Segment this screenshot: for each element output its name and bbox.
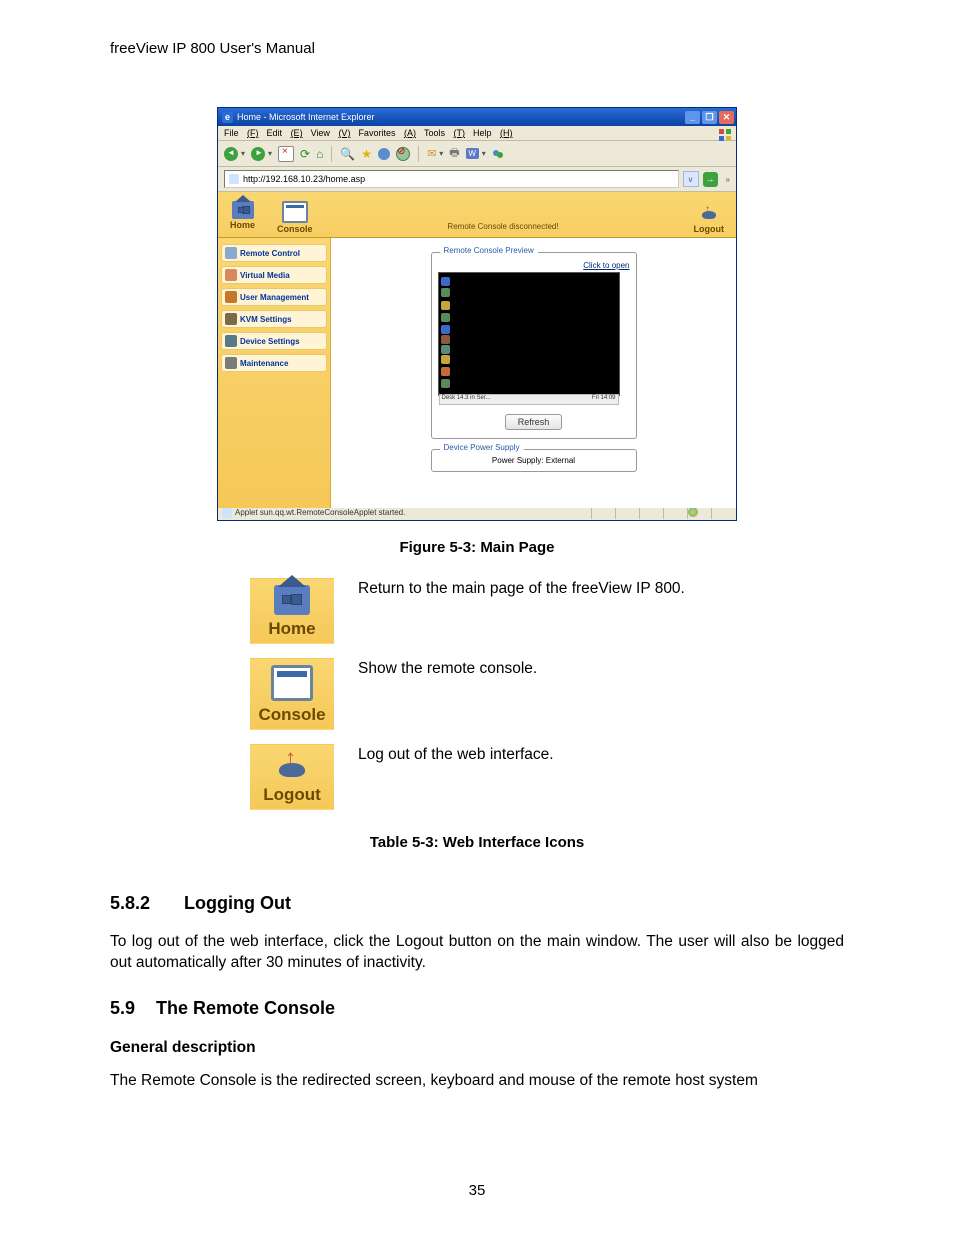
nav-home[interactable]: Home <box>230 201 255 234</box>
app-header: Home Console Remote Console disconnected… <box>218 192 736 238</box>
mail-icon[interactable]: ✉ <box>427 147 436 160</box>
status-text: Applet sun.qq.wt.RemoteConsoleApplet sta… <box>235 508 405 517</box>
icon-desc-console: Show the remote console. <box>358 658 740 678</box>
page-number: 35 <box>110 1182 844 1199</box>
heading-5-8-2: 5.8.2Logging Out <box>110 893 844 914</box>
print-icon[interactable]: 🖶 <box>449 144 459 163</box>
window-minimize-button[interactable]: _ <box>685 111 700 124</box>
home-icon[interactable]: ⌂ <box>316 147 323 161</box>
icon-desc-row-console: Console Show the remote console. <box>250 658 740 730</box>
sidebar-item-virtual-media[interactable]: Virtual Media <box>221 266 327 284</box>
device-power-supply-box: Device Power Supply Power Supply: Extern… <box>431 449 637 472</box>
browser-window: e Home - Microsoft Internet Explorer _ ❐… <box>217 107 737 521</box>
toolbar-overflow[interactable]: » <box>726 175 730 184</box>
icon-desc-logout: Log out of the web interface. <box>358 744 740 764</box>
window-titlebar: e Home - Microsoft Internet Explorer _ ❐… <box>218 108 736 126</box>
word-edit-icon[interactable]: W <box>466 148 479 159</box>
status-page-icon <box>222 508 232 518</box>
icon-desc-row-home: Home Return to the main page of the free… <box>250 578 740 644</box>
click-to-open-link[interactable]: Click to open <box>438 261 630 270</box>
menu-edit[interactable]: Edit (E) <box>267 128 303 138</box>
menu-file[interactable]: File (F) <box>224 128 259 138</box>
console-icon <box>271 665 313 701</box>
nav-console[interactable]: Console <box>277 201 313 234</box>
refresh-icon[interactable]: ⟳ <box>300 147 310 161</box>
page-icon <box>229 174 239 184</box>
power-legend: Device Power Supply <box>440 443 524 452</box>
popup-block-icon[interactable] <box>396 147 410 161</box>
address-bar: http://192.168.10.23/home.asp v → » <box>218 167 736 192</box>
console-status: Remote Console disconnected! <box>447 222 558 234</box>
menu-tools[interactable]: Tools (T) <box>424 128 465 138</box>
figure-caption: Figure 5-3: Main Page <box>110 539 844 556</box>
messenger-icon[interactable] <box>492 148 504 160</box>
device-settings-icon <box>225 335 237 347</box>
kvm-settings-icon <box>225 313 237 325</box>
favorites-icon[interactable]: ★ <box>361 147 372 161</box>
search-icon[interactable]: 🔍 <box>340 147 355 161</box>
url-text: http://192.168.10.23/home.asp <box>243 174 365 184</box>
home-icon <box>274 585 310 615</box>
history-icon[interactable] <box>378 148 390 160</box>
maintenance-icon <box>225 357 237 369</box>
document-header: freeView IP 800 User's Manual <box>110 40 844 57</box>
browser-toolbar: ▾ ▾ ⟳ ⌂ 🔍 ★ ✉▾ 🖶 W▾ <box>218 141 736 167</box>
forward-button[interactable] <box>251 147 265 161</box>
console-icon <box>282 201 308 223</box>
sidebar-item-remote-control[interactable]: Remote Control <box>221 244 327 262</box>
user-management-icon <box>225 291 237 303</box>
menu-view[interactable]: View (V) <box>311 128 351 138</box>
logout-icon <box>274 751 310 781</box>
ie-icon: e <box>222 112 233 123</box>
sidebar: Remote Control Virtual Media User Manage… <box>218 238 331 508</box>
icon-desc-home: Return to the main page of the freeView … <box>358 578 740 598</box>
window-maximize-button[interactable]: ❐ <box>702 111 717 124</box>
virtual-media-icon <box>225 269 237 281</box>
refresh-button[interactable]: Refresh <box>505 414 563 430</box>
heading-5-9: 5.9The Remote Console <box>110 998 844 1019</box>
icon-cell-console: Console <box>250 658 334 730</box>
nav-logout[interactable]: Logout <box>694 205 725 234</box>
windows-flag-icon <box>718 128 732 142</box>
icon-cell-home: Home <box>250 578 334 644</box>
icon-cell-logout: Logout <box>250 744 334 810</box>
menu-help[interactable]: Help (H) <box>473 128 513 138</box>
forward-dropdown[interactable]: ▾ <box>268 149 272 158</box>
window-title: Home - Microsoft Internet Explorer <box>237 112 375 122</box>
main-panel: Remote Console Preview Click to open Des… <box>331 238 736 508</box>
go-button[interactable]: → <box>703 172 718 187</box>
sidebar-item-user-management[interactable]: User Management <box>221 288 327 306</box>
internet-zone-icon <box>688 507 698 517</box>
subheading-general-description: General description <box>110 1039 844 1057</box>
address-input[interactable]: http://192.168.10.23/home.asp <box>224 170 679 188</box>
paragraph-logging-out: To log out of the web interface, click t… <box>110 932 844 974</box>
preview-legend: Remote Console Preview <box>440 246 538 255</box>
sidebar-item-device-settings[interactable]: Device Settings <box>221 332 327 350</box>
table-caption: Table 5-3: Web Interface Icons <box>110 834 844 851</box>
back-button[interactable] <box>224 147 238 161</box>
page-content: Home Console Remote Console disconnected… <box>218 192 736 504</box>
menu-favorites[interactable]: Favorites (A) <box>358 128 416 138</box>
remote-control-icon <box>225 247 237 259</box>
menu-bar: File (F) Edit (E) View (V) Favorites (A)… <box>218 126 736 141</box>
address-dropdown[interactable]: v <box>683 171 699 187</box>
paragraph-remote-console: The Remote Console is the redirected scr… <box>110 1071 844 1092</box>
power-supply-text: Power Supply: External <box>438 456 630 465</box>
window-close-button[interactable]: ✕ <box>719 111 734 124</box>
icon-desc-row-logout: Logout Log out of the web interface. <box>250 744 740 810</box>
remote-console-preview-box: Remote Console Preview Click to open Des… <box>431 252 637 439</box>
console-preview-screen[interactable]: Desk 14.3 in Ser...Fri 14:09 <box>438 272 620 396</box>
sidebar-item-maintenance[interactable]: Maintenance <box>221 354 327 372</box>
stop-button[interactable] <box>278 146 294 162</box>
logout-icon <box>698 205 720 223</box>
sidebar-item-kvm-settings[interactable]: KVM Settings <box>221 310 327 328</box>
home-icon <box>232 201 254 219</box>
back-dropdown[interactable]: ▾ <box>241 149 245 158</box>
